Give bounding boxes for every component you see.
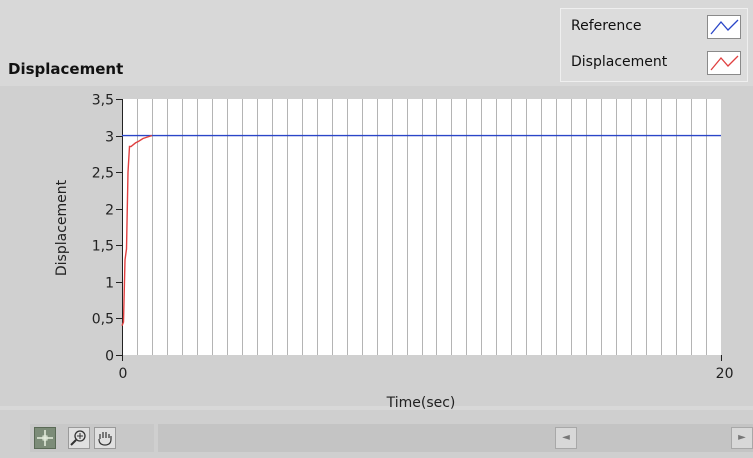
- graph-palette: [30, 424, 154, 452]
- y-tick-label: 0,5: [92, 312, 114, 328]
- chart-svg: 0 0,5 1 1,5 2 2,5 3 3,5 0 20: [92, 93, 734, 383]
- y-tick-label: 1: [105, 276, 114, 292]
- y-tick-label: 2: [105, 203, 114, 219]
- cursor-tool-button[interactable]: [34, 427, 56, 449]
- scroll-left-button[interactable]: ◄: [555, 427, 577, 449]
- zoom-icon: [70, 430, 86, 446]
- pan-tool-button[interactable]: [94, 427, 116, 449]
- x-tick-label: 0: [119, 366, 128, 382]
- x-scrollbar[interactable]: ◄ ►: [158, 424, 753, 452]
- zoom-tool-button[interactable]: [68, 427, 90, 449]
- cursor-move-icon: [37, 430, 53, 446]
- graph-toolbar: ◄ ►: [0, 410, 753, 458]
- y-tick-label: 1,5: [92, 239, 114, 255]
- x-tick-label: 20: [716, 366, 734, 382]
- pan-hand-icon: [98, 432, 112, 446]
- scroll-right-button[interactable]: ►: [731, 427, 753, 449]
- y-tick-label: 2,5: [92, 166, 114, 182]
- y-axis-label: Displacement: [54, 179, 70, 277]
- y-tick-label: 3: [105, 130, 114, 146]
- y-tick-label: 0: [105, 349, 114, 365]
- y-tick-label: 3,5: [92, 93, 114, 109]
- x-axis-label: Time(sec): [386, 395, 456, 411]
